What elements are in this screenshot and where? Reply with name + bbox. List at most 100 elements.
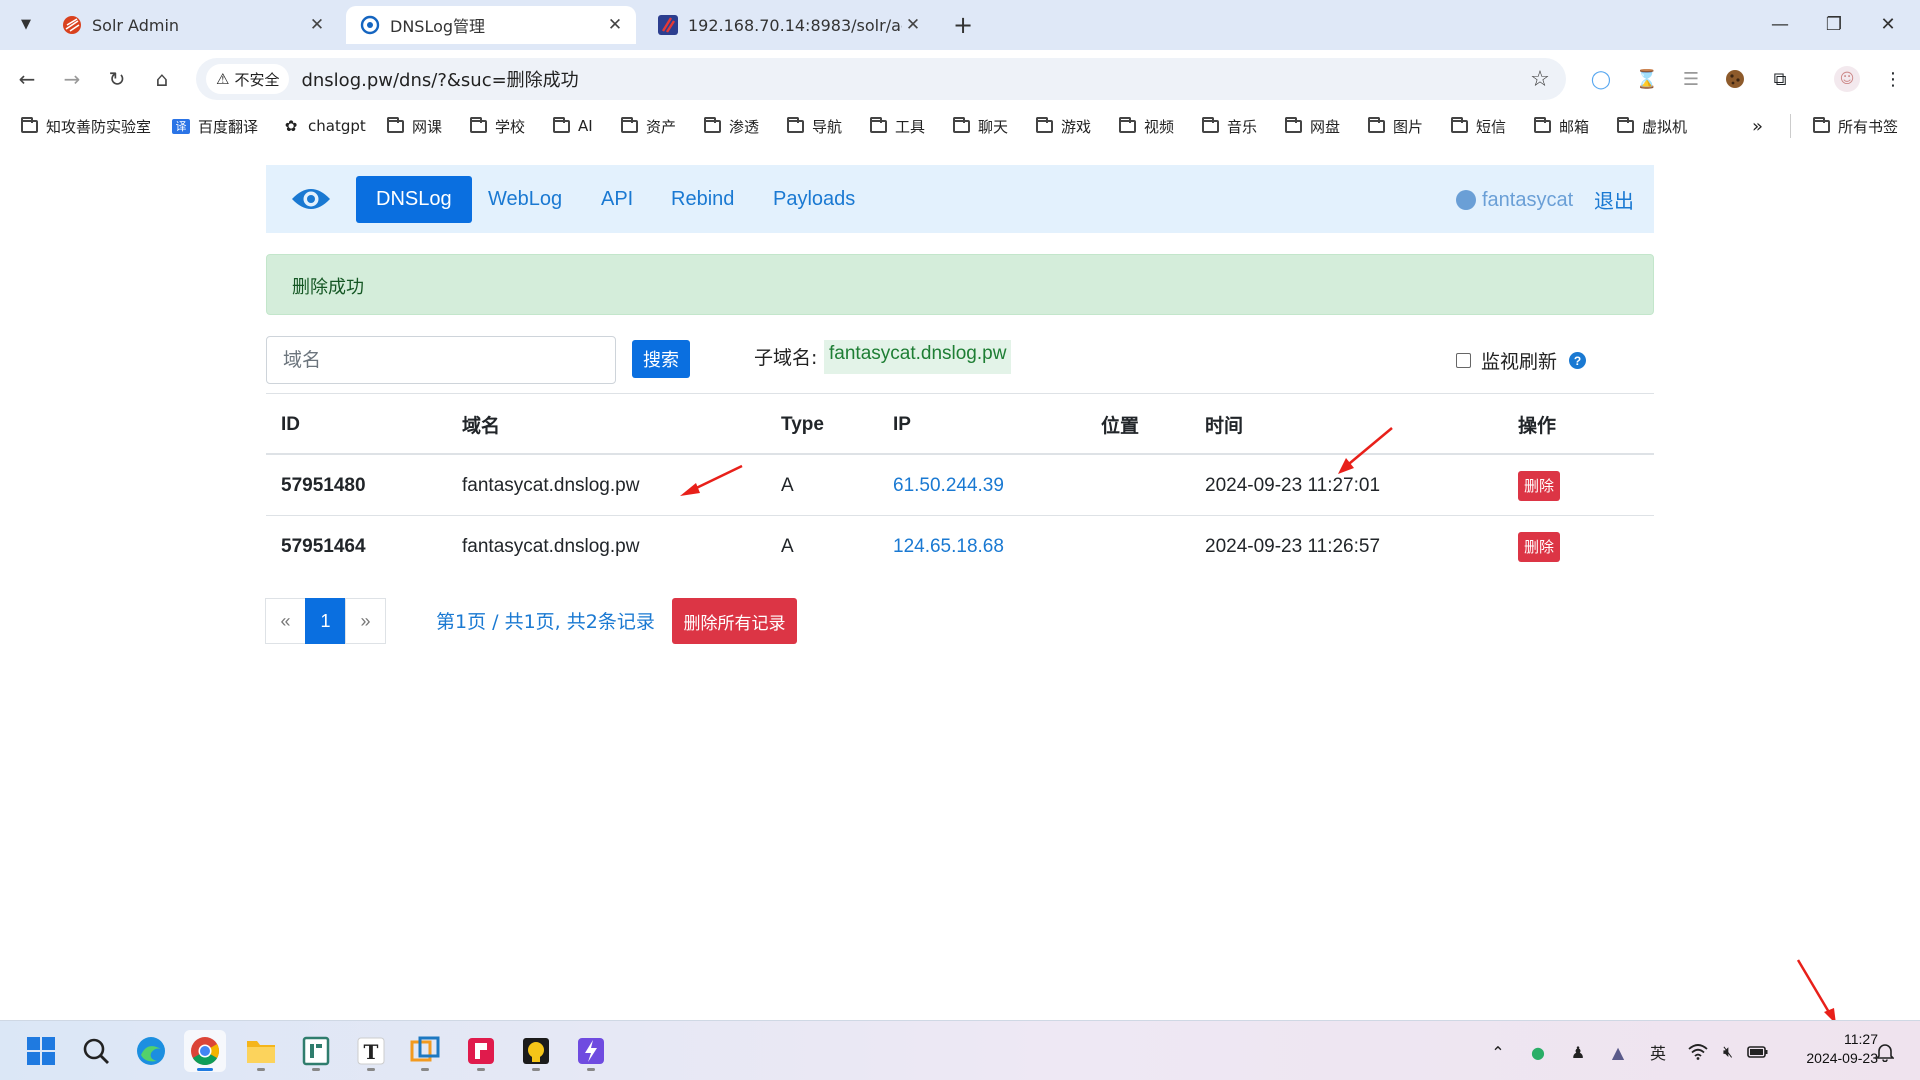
monitor-refresh-toggle[interactable]: 监视刷新 ?	[1456, 347, 1587, 374]
minimize-button[interactable]: —	[1750, 6, 1810, 42]
domain-search-input[interactable]	[266, 336, 616, 384]
bookmark-item[interactable]: 视频	[1118, 114, 1174, 138]
bookmark-item[interactable]: 网盘	[1284, 114, 1340, 138]
bookmark-item[interactable]: 资产	[620, 114, 676, 138]
bookmark-item[interactable]: 知攻善防实验室	[20, 114, 151, 138]
nav-dnslog[interactable]: DNSLog	[356, 176, 472, 223]
tab-dnslog[interactable]: DNSLog管理 ✕	[346, 6, 636, 44]
tab-solr-admin[interactable]: Solr Admin ✕	[48, 6, 338, 44]
extensions-puzzle-icon[interactable]: ⧉	[1767, 66, 1793, 92]
nav-rebind[interactable]: Rebind	[651, 176, 754, 223]
record-ip-link[interactable]: 124.65.18.68	[893, 516, 1004, 577]
bolt-app[interactable]	[570, 1030, 612, 1072]
close-tab-icon[interactable]: ✕	[902, 14, 924, 36]
bookmark-item[interactable]: 工具	[869, 114, 925, 138]
folder-icon	[703, 116, 721, 134]
restore-button[interactable]: ❐	[1804, 6, 1864, 42]
tab-search-button[interactable]: ▼	[10, 10, 42, 38]
wifi-icon[interactable]	[1686, 1041, 1710, 1063]
chrome-app[interactable]	[184, 1030, 226, 1072]
bookmark-item[interactable]: 图片	[1367, 114, 1423, 138]
page-1-button[interactable]: 1	[305, 598, 346, 644]
extension-stack-icon[interactable]: ☰	[1678, 66, 1704, 92]
back-button[interactable]: ←	[12, 64, 42, 94]
new-tab-button[interactable]: +	[948, 10, 978, 40]
warning-icon: ⚠	[216, 70, 230, 88]
bookmark-star-icon[interactable]: ☆	[1524, 67, 1556, 92]
tab-strip: ▼ Solr Admin ✕ DNSLog管理 ✕ 192.168.70.14:…	[0, 0, 1920, 50]
minimize-icon: —	[1771, 13, 1789, 35]
bookmark-item[interactable]: 渗透	[703, 114, 759, 138]
next-page-button[interactable]: »	[345, 598, 386, 644]
folder-icon	[1450, 116, 1468, 134]
logout-link[interactable]: 退出	[1594, 185, 1634, 214]
red-app[interactable]	[460, 1030, 502, 1072]
folder-icon	[386, 116, 404, 134]
monitor-checkbox[interactable]	[1456, 353, 1471, 368]
help-icon[interactable]: ?	[1569, 352, 1587, 369]
delete-all-records-button[interactable]: 删除所有记录	[672, 598, 797, 644]
nav-weblog[interactable]: WebLog	[468, 176, 582, 223]
address-bar[interactable]: ⚠ 不安全 dnslog.pw/dns/?&suc=删除成功 ☆	[196, 58, 1566, 100]
bookmark-item[interactable]: 游戏	[1035, 114, 1091, 138]
delete-record-button[interactable]: 删除	[1518, 531, 1561, 562]
nav-api[interactable]: API	[581, 176, 653, 223]
qq-icon[interactable]: ♟	[1566, 1041, 1590, 1063]
edge-app[interactable]	[130, 1030, 172, 1072]
more-bookmarks-button[interactable]: »	[1752, 114, 1763, 138]
bookmark-item[interactable]: 网课	[386, 114, 442, 138]
notification-bell-icon[interactable]	[1873, 1041, 1897, 1063]
url-text[interactable]: dnslog.pw/dns/?&suc=删除成功	[301, 66, 1524, 92]
search-button[interactable]: 搜索	[632, 340, 690, 378]
bookmark-item[interactable]: AI	[552, 114, 593, 138]
bookmark-item[interactable]: 邮箱	[1533, 114, 1589, 138]
forward-button[interactable]: →	[57, 64, 87, 94]
bookmark-item[interactable]: ✿ chatgpt	[282, 114, 366, 138]
site-navbar: DNSLog WebLog API Rebind Payloads fantas…	[266, 165, 1654, 233]
notes-app[interactable]	[295, 1030, 337, 1072]
chevron-up-icon[interactable]: ⌃	[1486, 1041, 1510, 1063]
red-app-icon	[468, 1038, 494, 1064]
close-tab-icon[interactable]: ✕	[604, 14, 626, 36]
delete-record-button[interactable]: 删除	[1518, 470, 1561, 501]
bookmark-item[interactable]: 音乐	[1201, 114, 1257, 138]
cat-icon[interactable]: ▲	[1606, 1041, 1630, 1063]
file-explorer-app[interactable]	[240, 1030, 282, 1072]
bookmark-item[interactable]: 导航	[786, 114, 842, 138]
bookmark-item[interactable]: 虚拟机	[1616, 114, 1687, 138]
start-button[interactable]	[20, 1030, 62, 1072]
user-menu[interactable]: fantasycat	[1456, 185, 1573, 215]
eye-logo-icon[interactable]	[290, 185, 332, 213]
nav-payloads[interactable]: Payloads	[753, 176, 875, 223]
security-indicator[interactable]: ⚠ 不安全	[206, 64, 290, 94]
tab-solr-ip[interactable]: 192.168.70.14:8983/solr/adm ✕	[644, 6, 934, 44]
typora-icon: T	[357, 1037, 385, 1065]
all-bookmarks-folder[interactable]: 所有书签	[1812, 114, 1898, 138]
wechat-icon[interactable]: ●	[1526, 1041, 1550, 1063]
bookmark-item[interactable]: 短信	[1450, 114, 1506, 138]
home-button[interactable]: ⌂	[147, 64, 177, 94]
typora-app[interactable]: T	[350, 1030, 392, 1072]
close-window-button[interactable]: ✕	[1858, 6, 1918, 42]
extension-circle-icon[interactable]: ◯	[1588, 66, 1614, 92]
search-taskbar-button[interactable]	[75, 1030, 117, 1072]
bookmark-item[interactable]: 聊天	[952, 114, 1008, 138]
record-ip-link[interactable]: 61.50.244.39	[893, 455, 1004, 516]
record-domain: fantasycat.dnslog.pw	[462, 535, 640, 557]
profile-avatar[interactable]: ☺	[1834, 66, 1860, 92]
prev-page-button[interactable]: «	[265, 598, 306, 644]
volume-muted-icon[interactable]: 🔇︎	[1716, 1041, 1740, 1063]
bookmark-item[interactable]: 译百度翻译	[172, 114, 258, 138]
battery-icon[interactable]	[1746, 1041, 1770, 1063]
extension-dna-icon[interactable]: ⌛	[1634, 66, 1660, 92]
vmware-app[interactable]	[404, 1030, 446, 1072]
duck-app[interactable]	[515, 1030, 557, 1072]
system-clock[interactable]: 11:27 2024-09-23	[1778, 1030, 1878, 1068]
extension-cookie-icon[interactable]	[1722, 66, 1748, 92]
record-type: A	[781, 535, 794, 557]
reload-button[interactable]: ↻	[102, 64, 132, 94]
close-tab-icon[interactable]: ✕	[306, 14, 328, 36]
bookmark-item[interactable]: 学校	[469, 114, 525, 138]
ime-indicator[interactable]: 英	[1646, 1041, 1670, 1063]
browser-menu-icon[interactable]: ⋮	[1880, 66, 1906, 92]
